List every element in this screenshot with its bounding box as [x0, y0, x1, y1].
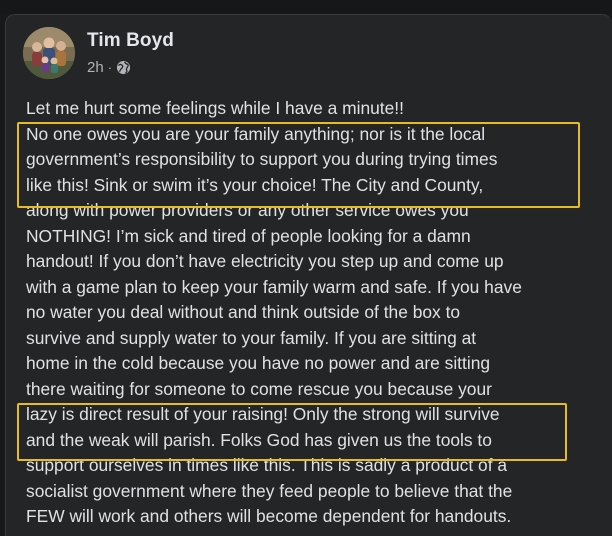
top-strip — [0, 0, 612, 14]
avatar-photo — [23, 27, 75, 79]
post-line: handout! If you don’t have electricity y… — [26, 251, 504, 271]
post-line: no water you deal without and think outs… — [26, 302, 461, 322]
globe-icon[interactable] — [116, 60, 131, 75]
post-line: survive and supply water to your family.… — [26, 327, 477, 348]
highlight-box-bottom — [17, 403, 567, 461]
author-name[interactable]: Tim Boyd — [87, 30, 174, 52]
post-timestamp[interactable]: 2h — [87, 59, 104, 76]
post-line: there waiting for someone to come rescue… — [26, 378, 492, 399]
post-line: Let me hurt some feelings while I have a… — [26, 98, 404, 118]
author-avatar[interactable] — [23, 27, 75, 79]
post-meta: 2h · — [87, 57, 131, 77]
post-line: socialist government where they feed peo… — [26, 480, 513, 501]
post-line: FEW will work and others will become dep… — [26, 506, 512, 526]
meta-separator: · — [107, 59, 113, 75]
post-line: NOTHING! I’m sick and tired of people lo… — [26, 225, 471, 246]
post-line: home in the cold because you have no pow… — [26, 353, 491, 373]
highlight-box-top — [17, 122, 580, 208]
post-line: with a game plan to keep your family war… — [26, 276, 522, 297]
